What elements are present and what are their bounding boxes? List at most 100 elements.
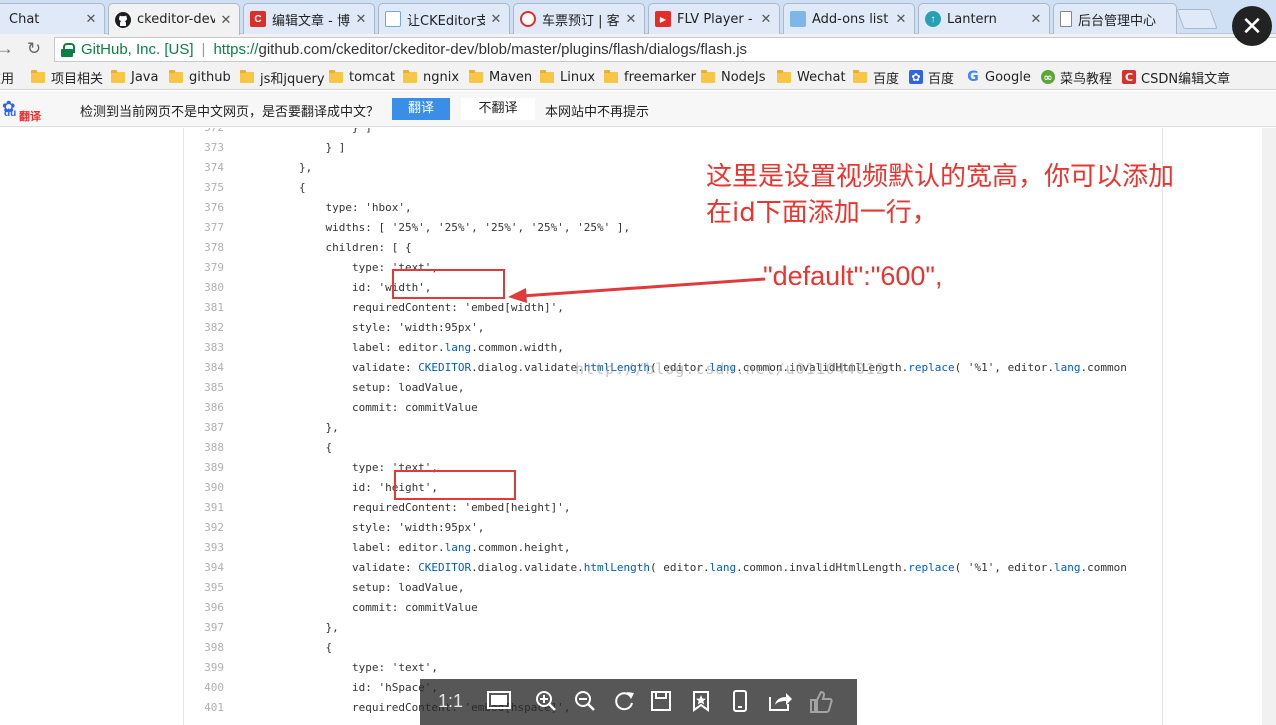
- tab-close-icon[interactable]: ✕: [84, 11, 98, 27]
- code-line: 393 label: editor.lang.common.height,: [184, 538, 1162, 558]
- line-number[interactable]: 394: [184, 558, 224, 578]
- tab-close-icon[interactable]: ✕: [894, 11, 908, 27]
- tab-admin-center[interactable]: 后台管理中心: [1053, 3, 1177, 34]
- close-icon[interactable]: ✕: [1232, 6, 1272, 46]
- line-number[interactable]: 381: [184, 298, 224, 318]
- annotation-code-hint: "default":"600",: [763, 261, 943, 291]
- code-line: 392 style: 'width:95px',: [184, 518, 1162, 538]
- line-number[interactable]: 386: [184, 398, 224, 418]
- line-number[interactable]: 372: [184, 128, 224, 138]
- line-number[interactable]: 385: [184, 378, 224, 398]
- tab-lantern[interactable]: ↑ Lantern ✕: [918, 3, 1050, 34]
- line-number[interactable]: 392: [184, 518, 224, 538]
- line-number[interactable]: 387: [184, 418, 224, 438]
- line-number[interactable]: 380: [184, 278, 224, 298]
- reload-icon[interactable]: ↻: [23, 38, 45, 60]
- bookmark-folder[interactable]: Linux: [540, 68, 595, 86]
- forward-icon[interactable]: →: [0, 38, 16, 60]
- tab-close-icon[interactable]: ✕: [219, 12, 233, 28]
- bookmark-folder[interactable]: 百度: [853, 68, 899, 87]
- bookmark-folder[interactable]: ngnix: [403, 68, 459, 86]
- tab-close-icon[interactable]: ✕: [489, 11, 503, 27]
- line-number[interactable]: 388: [184, 438, 224, 458]
- bookmark-folder[interactable]: tomcat: [329, 68, 395, 86]
- dont-translate-button[interactable]: 不翻译: [461, 98, 535, 120]
- tab-ckeditor-dev[interactable]: ckeditor-dev ✕: [108, 3, 240, 35]
- line-number[interactable]: 382: [184, 318, 224, 338]
- zoom-in-icon[interactable]: [533, 689, 559, 715]
- tab-title: FLV Player -: [677, 11, 753, 27]
- line-number[interactable]: 395: [184, 578, 224, 598]
- folder-icon: [329, 69, 343, 83]
- line-code: },: [246, 161, 313, 174]
- bookmark-csdn[interactable]: C CSDN编辑文章: [1122, 68, 1230, 87]
- bookmark-label: Maven: [489, 69, 533, 85]
- line-number[interactable]: 391: [184, 498, 224, 518]
- tab-chat[interactable]: Chat ✕: [0, 3, 105, 34]
- line-number[interactable]: 389: [184, 458, 224, 478]
- tab-flv-player[interactable]: ▶ FLV Player - ✕: [648, 3, 780, 34]
- lantern-icon: ↑: [925, 11, 941, 27]
- bookmark-folder[interactable]: Java: [111, 68, 158, 86]
- runoob-icon: ∞: [1041, 70, 1055, 84]
- tab-train-ticket[interactable]: 车票预订 | 客 ✕: [513, 3, 645, 34]
- bookmark-runoob[interactable]: ∞ 菜鸟教程: [1041, 68, 1113, 87]
- new-tab-button[interactable]: [1176, 9, 1218, 29]
- bookmark-baidu[interactable]: ✿ 百度: [909, 68, 954, 87]
- image-viewer-toolbar: 1:1: [420, 679, 857, 725]
- like-icon[interactable]: [808, 689, 834, 715]
- bookmark-folder[interactable]: Maven: [469, 68, 532, 86]
- line-number[interactable]: 384: [184, 358, 224, 378]
- page-scrollbar[interactable]: [1262, 128, 1276, 725]
- folder-icon: [701, 69, 715, 83]
- line-number[interactable]: 374: [184, 158, 224, 178]
- line-number[interactable]: 399: [184, 658, 224, 678]
- line-number[interactable]: 378: [184, 238, 224, 258]
- never-translate-link[interactable]: 本网站中不再提示: [545, 101, 649, 120]
- line-number[interactable]: 396: [184, 598, 224, 618]
- line-number[interactable]: 398: [184, 638, 224, 658]
- line-number[interactable]: 397: [184, 618, 224, 638]
- bookmark-folder[interactable]: js和jquery: [240, 68, 325, 87]
- bookmark-folder[interactable]: NodeJs: [701, 68, 766, 86]
- code-line: 388 {: [184, 438, 1162, 458]
- line-number[interactable]: 377: [184, 218, 224, 238]
- tab-close-icon[interactable]: ✕: [354, 11, 368, 27]
- share-icon[interactable]: [767, 689, 793, 715]
- rotate-icon[interactable]: [612, 689, 638, 715]
- annotation-line-2: 在id下面添加一行，: [706, 198, 938, 228]
- line-number[interactable]: 401: [184, 698, 224, 718]
- line-number[interactable]: 400: [184, 678, 224, 698]
- line-number[interactable]: 376: [184, 198, 224, 218]
- zoom-ratio[interactable]: 1:1: [438, 691, 463, 712]
- bookmark-folder[interactable]: github: [169, 68, 231, 86]
- tab-close-icon[interactable]: ✕: [1029, 11, 1043, 27]
- tab-edit-article[interactable]: C 编辑文章 - 博 ✕: [243, 3, 375, 34]
- address-bar[interactable]: GitHub, Inc. [US] | https://github.com/c…: [54, 37, 1276, 62]
- tab-close-icon[interactable]: ✕: [759, 11, 773, 27]
- tab-addons-list[interactable]: Add-ons list ✕: [783, 3, 915, 34]
- bookmarks-bar: 应用 项目相关 Java github js和jquery tomcat ngn…: [0, 64, 1276, 90]
- save-icon[interactable]: [648, 689, 674, 715]
- line-number[interactable]: 379: [184, 258, 224, 278]
- fit-screen-icon[interactable]: [486, 689, 512, 715]
- bookmark-apps[interactable]: 应用: [0, 68, 14, 87]
- translate-button[interactable]: 翻译: [392, 98, 450, 120]
- line-number[interactable]: 373: [184, 138, 224, 158]
- line-number[interactable]: 390: [184, 478, 224, 498]
- bookmark-google[interactable]: G Google: [966, 68, 1031, 86]
- line-number[interactable]: 383: [184, 338, 224, 358]
- bookmark-folder[interactable]: freemarker: [604, 68, 696, 86]
- bookmark-folder[interactable]: 项目相关: [31, 68, 103, 87]
- url-separator: |: [201, 41, 206, 58]
- bookmark-label: 菜鸟教程: [1060, 71, 1113, 87]
- tab-close-icon[interactable]: ✕: [624, 11, 638, 27]
- tab-ckeditor-support[interactable]: 让CKEditor支 ✕: [378, 3, 510, 34]
- zoom-out-icon[interactable]: [572, 689, 598, 715]
- bookmark-folder[interactable]: Wechat: [777, 68, 846, 86]
- line-number[interactable]: 375: [184, 178, 224, 198]
- mobile-icon[interactable]: [727, 689, 753, 715]
- github-icon: [115, 11, 131, 28]
- bookmark-star-icon[interactable]: [688, 689, 714, 715]
- line-number[interactable]: 393: [184, 538, 224, 558]
